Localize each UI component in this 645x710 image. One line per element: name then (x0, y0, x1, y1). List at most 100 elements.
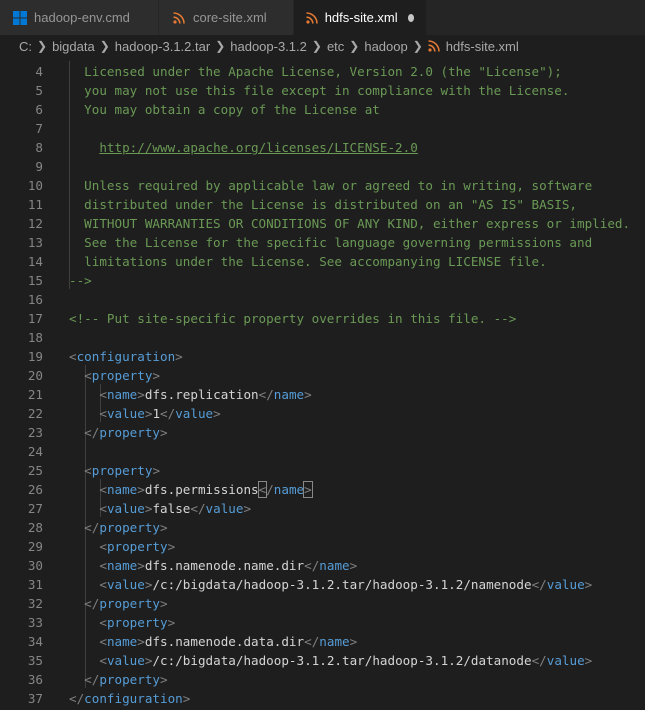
code-line[interactable]: 13 See the License for the specific lang… (0, 233, 645, 252)
code-token: Licensed under the Apache License, Versi… (69, 64, 562, 79)
code-line[interactable]: 21 <name>dfs.replication</name> (0, 385, 645, 404)
tab-label: hadoop-env.cmd (34, 10, 130, 25)
code-line[interactable]: 11 distributed under the License is dist… (0, 195, 645, 214)
code-line[interactable]: 34 <name>dfs.namenode.data.dir</name> (0, 632, 645, 651)
code-line[interactable]: 36 </property> (0, 670, 645, 689)
code-token: WITHOUT WARRANTIES OR CONDITIONS OF ANY … (69, 216, 631, 231)
code-text: distributed under the License is distrib… (69, 195, 577, 214)
code-token: < (99, 577, 107, 592)
code-line[interactable]: 19 <configuration> (0, 347, 645, 366)
code-line[interactable]: 30 <name>dfs.namenode.name.dir</name> (0, 556, 645, 575)
code-text: <property> (69, 461, 160, 480)
code-line[interactable]: 37 </configuration> (0, 689, 645, 708)
code-line[interactable]: 27 <value>false</value> (0, 499, 645, 518)
line-number: 36 (27, 672, 43, 687)
line-number: 34 (27, 634, 43, 649)
code-text: <value>false</value> (69, 499, 251, 518)
code-editor[interactable]: 4 Licensed under the Apache License, Ver… (0, 61, 645, 710)
unsaved-dot-icon[interactable] (407, 13, 414, 22)
code-line[interactable]: 5 you may not use this file except in co… (0, 81, 645, 100)
code-text: <value>1</value> (69, 404, 220, 423)
code-line[interactable]: 17 <!-- Put site-specific property overri… (0, 309, 645, 328)
code-line[interactable]: 33 <property> (0, 613, 645, 632)
code-line[interactable]: 15 --> (0, 271, 645, 290)
code-line[interactable]: 18 (0, 328, 645, 347)
code-token: </ (69, 691, 85, 706)
rss-icon (428, 40, 440, 52)
code-token: > (137, 634, 145, 649)
line-number: 23 (27, 425, 43, 440)
code-text: Unless required by applicable law or agr… (69, 176, 592, 195)
code-token: you may not use this file except in comp… (69, 83, 570, 98)
code-token: name (106, 558, 138, 573)
code-token: </ (531, 653, 547, 668)
line-number: 28 (27, 520, 43, 535)
breadcrumb-item[interactable]: C: (19, 39, 32, 54)
code-token: value (106, 406, 145, 421)
line-number: 18 (27, 330, 43, 345)
code-line[interactable]: 8 http://www.apache.org/licenses/LICENSE… (0, 138, 645, 157)
code-line[interactable]: 16 (0, 290, 645, 309)
code-token: value (546, 577, 585, 592)
code-line[interactable]: 20 <property> (0, 366, 645, 385)
code-line[interactable]: 25 <property> (0, 461, 645, 480)
code-token: value (175, 406, 214, 421)
code-line[interactable]: 14 limitations under the License. See ac… (0, 252, 645, 271)
code-token: </ (190, 501, 206, 516)
code-line[interactable]: 29 <property> (0, 537, 645, 556)
code-token: </ (84, 596, 100, 611)
code-line[interactable]: 23 </property> (0, 423, 645, 442)
breadcrumb-item[interactable]: etc (327, 39, 344, 54)
tab-hdfs-site-xml[interactable]: hdfs-site.xml (294, 0, 427, 35)
breadcrumb-item[interactable]: hadoop-3.1.2 (230, 39, 307, 54)
breadcrumb-item[interactable]: hadoop-3.1.2.tar (115, 39, 210, 54)
code-token: </ (84, 672, 100, 687)
code-token: /c:/bigdata/hadoop-3.1.2.tar/hadoop-3.1.… (152, 653, 532, 668)
breadcrumb-item[interactable]: hadoop (364, 39, 407, 54)
code-token: </ (531, 577, 547, 592)
code-token: > (304, 387, 312, 402)
code-line[interactable]: 9 (0, 157, 645, 176)
line-number: 16 (27, 292, 43, 307)
code-line[interactable]: 32 </property> (0, 594, 645, 613)
line-number: 27 (27, 501, 43, 516)
breadcrumb-item[interactable]: bigdata (52, 39, 95, 54)
code-token: property (91, 463, 153, 478)
code-text: <name>dfs.namenode.name.dir</name> (69, 556, 357, 575)
code-token: </ (160, 406, 176, 421)
rss-icon (171, 10, 187, 26)
code-line[interactable]: 4 Licensed under the Apache License, Ver… (0, 62, 645, 81)
code-line[interactable]: 26 <name>dfs.permissions</name> (0, 480, 645, 499)
code-line[interactable]: 31 <value>/c:/bigdata/hadoop-3.1.2.tar/h… (0, 575, 645, 594)
tab-core-site-xml[interactable]: core-site.xml (159, 0, 294, 35)
code-token: http://www.apache.org/licenses/LICENSE-2… (99, 140, 418, 155)
code-token: < (99, 634, 107, 649)
code-line[interactable]: 22 <value>1</value> (0, 404, 645, 423)
code-line[interactable]: 35 <value>/c:/bigdata/hadoop-3.1.2.tar/h… (0, 651, 645, 670)
code-token: > (243, 501, 252, 516)
code-token: > (160, 520, 168, 535)
code-text: Licensed under the Apache License, Versi… (69, 62, 562, 81)
code-token: > (160, 596, 168, 611)
code-line[interactable]: 6 You may obtain a copy of the License a… (0, 100, 645, 119)
code-line[interactable]: 12 WITHOUT WARRANTIES OR CONDITIONS OF A… (0, 214, 645, 233)
line-number: 19 (27, 349, 43, 364)
line-number: 17 (27, 311, 43, 326)
code-line[interactable]: 10 Unless required by applicable law or … (0, 176, 645, 195)
code-line[interactable]: 28 </property> (0, 518, 645, 537)
breadcrumb-item[interactable]: hdfs-site.xml (446, 39, 519, 54)
code-line[interactable]: 7 (0, 119, 645, 138)
code-token: </ (84, 425, 100, 440)
code-token: > (303, 481, 313, 498)
tab-hadoop-env-cmd[interactable]: hadoop-env.cmd (0, 0, 159, 35)
line-number: 26 (27, 482, 43, 497)
line-number: 12 (27, 216, 43, 231)
code-line[interactable]: 24 (0, 442, 645, 461)
code-text: --> (69, 271, 92, 290)
code-token: </ (304, 634, 320, 649)
